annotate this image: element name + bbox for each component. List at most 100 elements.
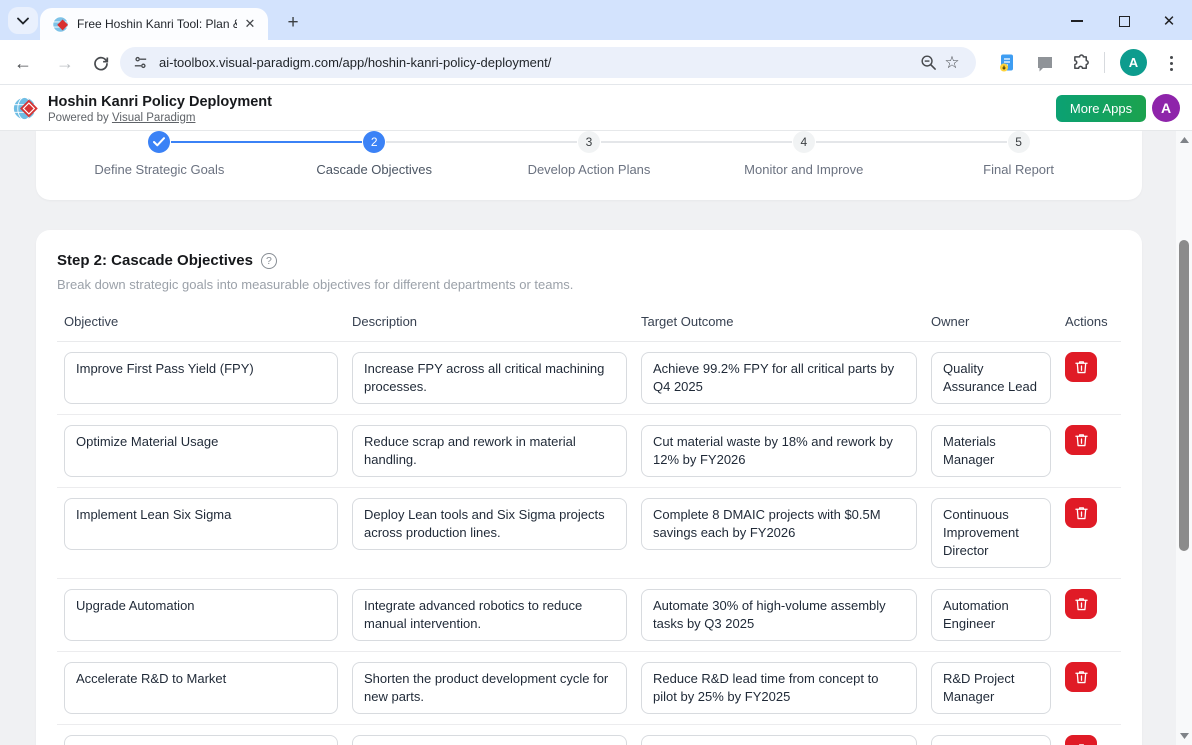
reload-button[interactable] (88, 50, 114, 76)
app-title: Hoshin Kanri Policy Deployment (48, 94, 272, 110)
browser-menu-button[interactable] (1158, 50, 1184, 76)
new-tab-button[interactable]: + (280, 10, 306, 36)
target-outcome-input[interactable]: Reduce R&D lead time from concept to pil… (641, 662, 917, 714)
owner-input[interactable]: Automation Engineer (931, 589, 1051, 641)
objective-row: Improve First Pass Yield (FPY) Increase … (57, 342, 1121, 415)
column-header-target-outcome: Target Outcome (641, 314, 917, 329)
objective-input[interactable] (64, 735, 338, 745)
objective-row (57, 725, 1121, 745)
objective-input[interactable]: Improve First Pass Yield (FPY) (64, 352, 338, 404)
owner-input[interactable] (931, 735, 1051, 745)
comment-extension-button[interactable] (1032, 50, 1058, 76)
step-circle: 5 (1008, 131, 1030, 153)
maximize-icon (1119, 16, 1130, 27)
description-input[interactable]: Integrate advanced robotics to reduce ma… (352, 589, 627, 641)
column-header-owner: Owner (931, 314, 1051, 329)
step-label: Monitor and Improve (744, 162, 863, 177)
delete-row-button[interactable] (1065, 352, 1097, 382)
objective-input[interactable]: Implement Lean Six Sigma (64, 498, 338, 550)
check-icon (153, 137, 165, 147)
description-input[interactable]: Reduce scrap and rework in material hand… (352, 425, 627, 477)
step-label: Cascade Objectives (316, 162, 432, 177)
document-download-icon (997, 53, 1017, 73)
scrollbar-up-arrow[interactable] (1176, 133, 1192, 147)
site-info-icon[interactable] (132, 54, 149, 71)
window-minimize-button[interactable] (1062, 10, 1092, 32)
owner-input[interactable]: Materials Manager (931, 425, 1051, 477)
delete-row-button[interactable] (1065, 589, 1097, 619)
forward-button[interactable]: → (52, 50, 78, 76)
zoom-out-icon (920, 54, 937, 71)
target-outcome-input[interactable]: Complete 8 DMAIC projects with $0.5M sav… (641, 498, 917, 550)
trash-icon (1075, 597, 1088, 611)
window-close-button[interactable]: ✕ (1154, 10, 1184, 32)
chevron-down-icon (17, 17, 29, 25)
tab-close-icon[interactable]: ✕ (241, 15, 259, 33)
tab-search-button[interactable] (8, 7, 38, 34)
column-header-description: Description (352, 314, 627, 329)
objective-input[interactable]: Upgrade Automation (64, 589, 338, 641)
visual-paradigm-logo (12, 95, 39, 122)
step2-card: Step 2: Cascade Objectives ? Break down … (36, 230, 1142, 745)
delete-row-button[interactable] (1065, 425, 1097, 455)
bookmark-star-button[interactable]: ☆ (940, 51, 964, 75)
step-label: Define Strategic Goals (94, 162, 224, 177)
objective-row: Optimize Material Usage Reduce scrap and… (57, 415, 1121, 488)
url-text: ai-toolbox.visual-paradigm.com/app/hoshi… (159, 55, 916, 70)
minimize-icon (1071, 20, 1083, 22)
delete-row-button[interactable] (1065, 498, 1097, 528)
table-body: Improve First Pass Yield (FPY) Increase … (57, 342, 1121, 745)
column-header-actions: Actions (1065, 314, 1105, 329)
target-outcome-input[interactable]: Achieve 99.2% FPY for all critical parts… (641, 352, 917, 404)
help-icon[interactable]: ? (261, 253, 277, 269)
objective-input[interactable]: Accelerate R&D to Market (64, 662, 338, 714)
app-user-avatar[interactable]: A (1152, 94, 1180, 122)
scrollbar-thumb[interactable] (1179, 240, 1189, 551)
browser-tab[interactable]: Free Hoshin Kanri Tool: Plan & E ✕ (40, 8, 268, 40)
docs-extension-button[interactable] (994, 50, 1020, 76)
back-button[interactable]: ← (10, 50, 36, 76)
delete-row-button[interactable] (1065, 735, 1097, 745)
puzzle-piece-icon (1072, 54, 1091, 73)
trash-icon (1075, 360, 1088, 374)
step-circle: 4 (793, 131, 815, 153)
trash-icon (1075, 670, 1088, 684)
step-circle: 3 (578, 131, 600, 153)
reload-icon (93, 55, 109, 71)
owner-input[interactable]: Quality Assurance Lead (931, 352, 1051, 404)
page-background: Define Strategic Goals 2 Cascade Objecti… (0, 131, 1192, 745)
tab-title: Free Hoshin Kanri Tool: Plan & E (77, 17, 237, 31)
page-scrollbar[interactable] (1176, 131, 1192, 745)
stepper-connector (386, 141, 577, 143)
more-apps-button[interactable]: More Apps (1056, 95, 1146, 122)
table-header-row: Objective Description Target Outcome Own… (57, 314, 1121, 342)
stepper-connector (601, 141, 792, 143)
owner-input[interactable]: R&D Project Manager (931, 662, 1051, 714)
target-outcome-input[interactable] (641, 735, 917, 745)
target-outcome-input[interactable]: Automate 30% of high-volume assembly tas… (641, 589, 917, 641)
trash-icon (1075, 433, 1088, 447)
step-label: Final Report (983, 162, 1054, 177)
extensions-button[interactable] (1068, 50, 1094, 76)
browser-tab-bar: Free Hoshin Kanri Tool: Plan & E ✕ + ✕ (0, 0, 1192, 40)
browser-profile-avatar[interactable]: A (1120, 49, 1147, 76)
objective-input[interactable]: Optimize Material Usage (64, 425, 338, 477)
scrollbar-down-arrow[interactable] (1176, 729, 1192, 743)
stepper-card: Define Strategic Goals 2 Cascade Objecti… (36, 131, 1142, 200)
visual-paradigm-link[interactable]: Visual Paradigm (112, 112, 196, 124)
step-circle (148, 131, 170, 153)
step-circle: 2 (363, 131, 385, 153)
window-maximize-button[interactable] (1109, 10, 1139, 32)
zoom-out-button[interactable] (916, 51, 940, 75)
description-input[interactable]: Shorten the product development cycle fo… (352, 662, 627, 714)
owner-input[interactable]: Continuous Improvement Director (931, 498, 1051, 568)
step2-title: Step 2: Cascade Objectives (57, 252, 253, 269)
description-input[interactable]: Deploy Lean tools and Six Sigma projects… (352, 498, 627, 550)
delete-row-button[interactable] (1065, 662, 1097, 692)
description-input[interactable]: Increase FPY across all critical machini… (352, 352, 627, 404)
target-outcome-input[interactable]: Cut material waste by 18% and rework by … (641, 425, 917, 477)
site-favicon (52, 16, 69, 33)
url-bar[interactable]: ai-toolbox.visual-paradigm.com/app/hoshi… (120, 47, 976, 78)
description-input[interactable] (352, 735, 627, 745)
objective-row: Accelerate R&D to Market Shorten the pro… (57, 652, 1121, 725)
